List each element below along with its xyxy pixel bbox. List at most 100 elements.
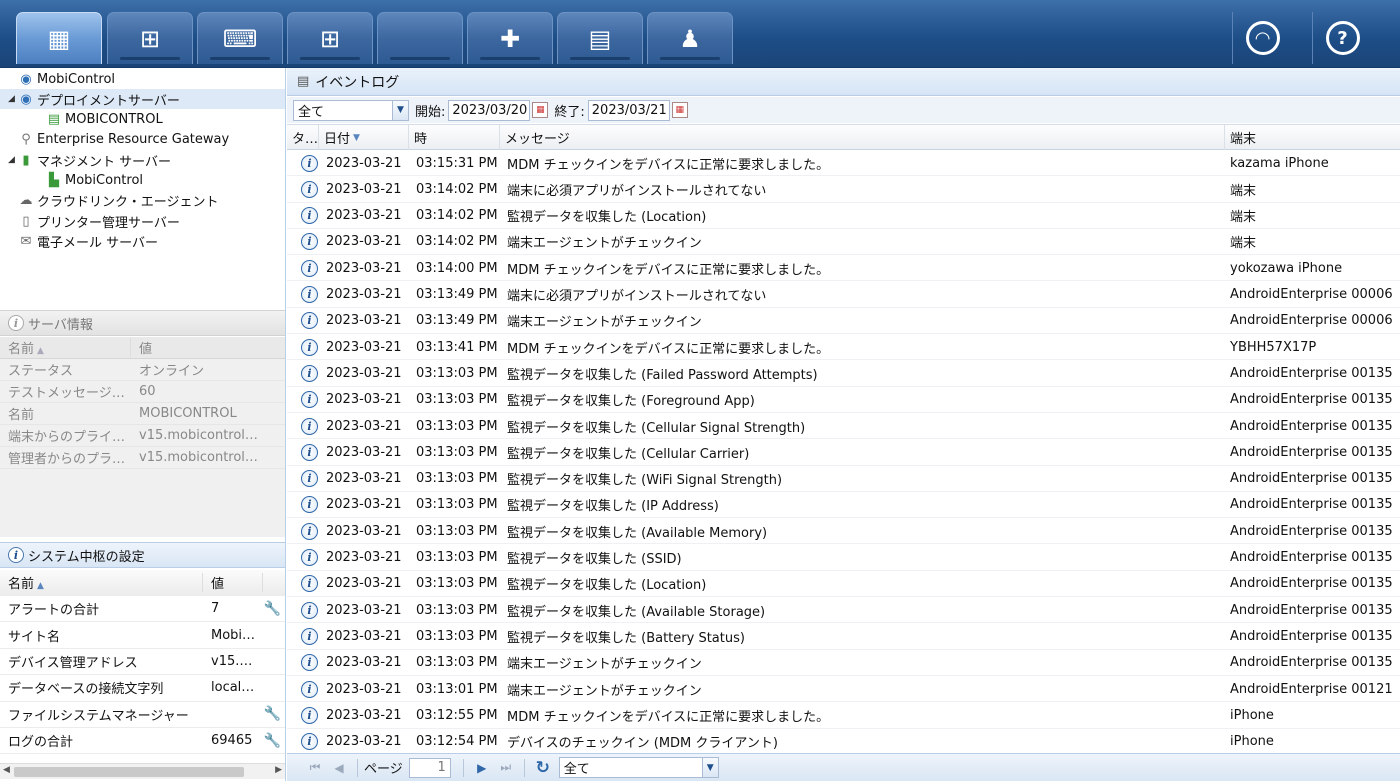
event-log-row[interactable]: i 2023-03-21 03:13:03 PM 監視データを収集した (Locati… [287, 571, 1400, 598]
tree-node-label: マネジメント サーバー [37, 154, 172, 170]
help-button[interactable]: ? [1312, 12, 1372, 64]
event-time: 03:13:01 PM [416, 681, 498, 697]
system-setting-row[interactable]: アラートの合計 7 🔧 [0, 596, 285, 623]
tree-node[interactable]: ☁ クラウドリンク・エージェント [0, 191, 285, 211]
wrench-icon[interactable]: 🔧 [264, 733, 281, 749]
event-date: 2023-03-21 [326, 155, 402, 171]
event-type-filter-select[interactable]: 全て ▼ [293, 99, 409, 121]
server-info-row[interactable]: テストメッセージ… 60 [0, 381, 285, 403]
event-message: 監視データを収集した (IP Address) [507, 499, 719, 515]
tree-node[interactable]: ⚲ Enterprise Resource Gateway [0, 130, 285, 150]
system-setting-row[interactable]: ログの合計 69465 🔧 [0, 728, 285, 755]
first-page-icon[interactable]: ⏮ [303, 760, 327, 775]
tab-windows-mobile[interactable]: ⊞ [107, 12, 193, 64]
scrollbar-thumb[interactable] [14, 767, 244, 777]
server-info-row[interactable]: 管理者からのプラ… v15.mobicontrolc… [0, 447, 285, 469]
event-log-row[interactable]: i 2023-03-21 03:14:00 PM MDM チェックインをデバイスに正常… [287, 255, 1400, 282]
event-log-row[interactable]: i 2023-03-21 03:14:02 PM 監視データを収集した (Locati… [287, 203, 1400, 229]
chevron-down-icon[interactable]: ▼ [392, 100, 408, 120]
chevron-down-icon[interactable]: ▼ [701, 758, 718, 777]
expand-arrow-icon[interactable]: ◢ [8, 94, 18, 104]
tree-node[interactable]: ◢ ▮ マネジメント サーバー [0, 150, 285, 170]
previous-page-icon[interactable]: ◀ [327, 761, 351, 775]
event-log-row[interactable]: i 2023-03-21 03:12:54 PM デバイスのチェックイン (MDM ク… [287, 729, 1400, 755]
server-info-row[interactable]: ステータス オンライン [0, 359, 285, 381]
system-settings-column-header: 名前 ▲ 値 [0, 570, 285, 596]
server-info-row[interactable]: 名前 MOBICONTROL [0, 403, 285, 425]
apple-logo-icon [405, 25, 435, 53]
calendar-icon[interactable]: ▦ [532, 102, 549, 118]
wrench-icon[interactable]: 🔧 [264, 601, 281, 617]
tree-node[interactable]: ✉ 電子メール サーバー [0, 231, 285, 251]
left-horizontal-scrollbar[interactable]: ◀ ▶ [0, 763, 285, 779]
event-log-row[interactable]: i 2023-03-21 03:13:03 PM 監視データを収集した (Failed… [287, 360, 1400, 387]
event-log-row[interactable]: i 2023-03-21 03:13:01 PM 端末エージェントがチェックイン And… [287, 676, 1400, 703]
event-date: 2023-03-21 [326, 181, 402, 197]
column-name-header[interactable]: 名前 ▲ [0, 573, 203, 592]
scroll-left-icon[interactable]: ◀ [3, 765, 10, 775]
page-number-input[interactable]: 1 [408, 757, 451, 778]
column-date-header[interactable]: 日付 ▼ [319, 125, 409, 150]
tree-node[interactable]: ◉ MobiControl [0, 69, 285, 89]
event-log-row[interactable]: i 2023-03-21 03:13:49 PM 端末エージェントがチェックイン And… [287, 308, 1400, 335]
event-log-row[interactable]: i 2023-03-21 03:15:31 PM MDM チェックインをデバイスに正常… [287, 150, 1400, 177]
event-log-row[interactable]: i 2023-03-21 03:13:03 PM 監視データを収集した (WiFi S… [287, 466, 1400, 492]
event-message: 監視データを収集した (Foreground App) [507, 394, 755, 410]
column-time-header[interactable]: 時 [409, 125, 500, 150]
event-log-row[interactable]: i 2023-03-21 03:13:41 PM MDM チェックインをデバイスに正常… [287, 334, 1400, 361]
setting-name: ファイルシステムマネージャー [8, 708, 189, 724]
column-name-header[interactable]: 名前 ▲ [0, 338, 131, 357]
scroll-right-icon[interactable]: ▶ [275, 765, 282, 775]
tab-android[interactable]: ✚ [467, 12, 553, 64]
event-log-row[interactable]: i 2023-03-21 03:13:03 PM 監視データを収集した (Batter… [287, 623, 1400, 650]
tree-node[interactable]: ▤ MOBICONTROL [0, 110, 285, 130]
column-device-header[interactable]: 端末 [1225, 125, 1400, 150]
support-button[interactable]: ◠ [1232, 12, 1292, 64]
next-page-icon[interactable]: ▶ [470, 761, 494, 775]
printer-server-icon: ▯ [22, 213, 30, 229]
pager-filter-select[interactable]: 全て ▼ [558, 757, 719, 778]
event-log-row[interactable]: i 2023-03-21 03:14:02 PM 端末エージェントがチェックイン 端末 [287, 229, 1400, 256]
calendar-icon[interactable]: ▦ [671, 102, 688, 118]
event-log-row[interactable]: i 2023-03-21 03:13:03 PM 監視データを収集した (IP Add… [287, 492, 1400, 519]
tab-apple[interactable] [377, 12, 463, 64]
tab-windows[interactable]: ⊞ [287, 12, 373, 64]
tree-node[interactable]: ◢ ◉ デプロイメントサーバー [0, 89, 285, 110]
event-log-row[interactable]: i 2023-03-21 03:13:03 PM 端末エージェントがチェックイン And… [287, 650, 1400, 676]
expand-arrow-icon[interactable]: ◢ [8, 155, 18, 165]
column-value-header[interactable]: 値 [203, 573, 263, 592]
event-log-row[interactable]: i 2023-03-21 03:13:03 PM 監視データを収集した (Availa… [287, 518, 1400, 545]
system-setting-row[interactable]: デバイス管理アドレス v15.… [0, 649, 285, 676]
end-date-input[interactable]: 2023/03/21 [587, 99, 670, 121]
event-log-row[interactable]: i 2023-03-21 03:13:03 PM 監視データを収集した (Cellul… [287, 439, 1400, 466]
property-name: 管理者からのプラ… [8, 452, 126, 467]
tree-node-label: MobiControl [65, 173, 144, 188]
column-value-header[interactable]: 値 [131, 338, 261, 357]
tab-all[interactable]: ▦ [16, 12, 102, 64]
wrench-icon[interactable]: 🔧 [264, 706, 281, 722]
column-type-header[interactable]: タ… [287, 125, 319, 150]
property-value: オンライン [139, 364, 205, 379]
system-setting-row[interactable]: データベースの接続文字列 local… [0, 675, 285, 702]
event-log-row[interactable]: i 2023-03-21 03:13:03 PM 監視データを収集した (Foregr… [287, 387, 1400, 413]
event-log-row[interactable]: i 2023-03-21 03:13:03 PM 監視データを収集した (Availa… [287, 597, 1400, 624]
event-log-row[interactable]: i 2023-03-21 03:13:03 PM 監視データを収集した (Cellul… [287, 413, 1400, 440]
column-message-header[interactable]: メッセージ [500, 125, 1225, 150]
system-setting-row[interactable]: ファイルシステムマネージャー 🔧 [0, 702, 285, 728]
event-device: iPhone [1230, 707, 1274, 723]
system-setting-row[interactable]: サイト名 Mobi… [0, 622, 285, 649]
tab-linux[interactable]: ♟ [647, 12, 733, 64]
event-log-row[interactable]: i 2023-03-21 03:13:49 PM 端末に必須アプリがインストールされて… [287, 282, 1400, 308]
event-time: 03:14:00 PM [416, 260, 498, 276]
refresh-icon[interactable]: ↻ [531, 758, 555, 778]
event-log-row[interactable]: i 2023-03-21 03:14:02 PM 端末に必須アプリがインストールされて… [287, 176, 1400, 203]
last-page-icon[interactable]: ⏭ [494, 760, 518, 775]
tab-windows-desktop[interactable]: ⌨ [197, 12, 283, 64]
start-date-input[interactable]: 2023/03/20 [448, 99, 531, 121]
event-log-row[interactable]: i 2023-03-21 03:13:03 PM 監視データを収集した (SSID) A… [287, 545, 1400, 571]
server-info-row[interactable]: 端末からのプライ… v15.mobicontrolc… [0, 425, 285, 447]
tree-node[interactable]: ▙ MobiControl [0, 171, 285, 191]
tab-handheld[interactable]: ▤ [557, 12, 643, 64]
event-log-row[interactable]: i 2023-03-21 03:12:55 PM MDM チェックインをデバイスに正常… [287, 702, 1400, 729]
tree-node[interactable]: ▯ プリンター管理サーバー [0, 211, 285, 231]
